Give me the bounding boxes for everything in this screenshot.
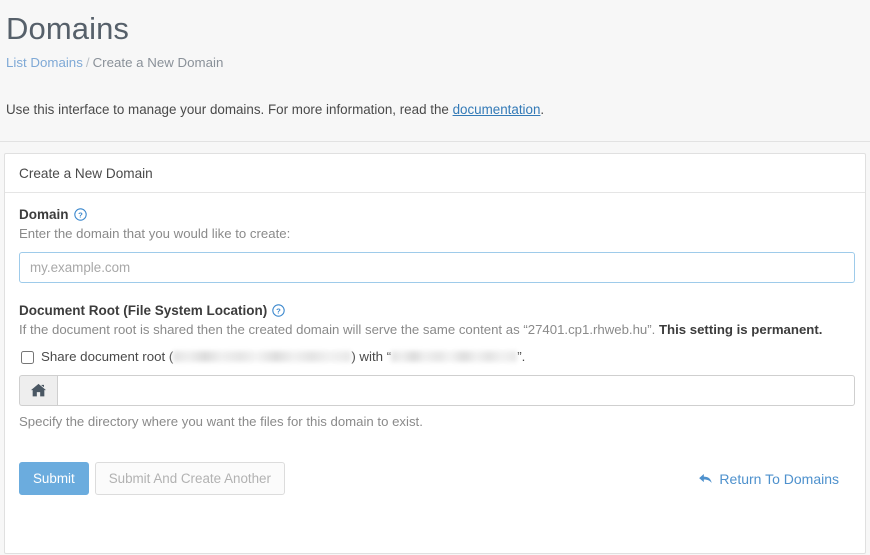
domain-label: Domain — [19, 207, 69, 222]
domain-input[interactable] — [19, 252, 855, 283]
share-text-before: Share document root ( — [41, 349, 174, 364]
breadcrumb-current: Create a New Domain — [92, 55, 224, 70]
question-circle-icon[interactable]: ? — [73, 208, 87, 221]
breadcrumb-link-list-domains[interactable]: List Domains — [6, 55, 83, 70]
create-domain-card: Create a New Domain Domain ? Enter the d… — [4, 153, 866, 554]
intro-text-before: Use this interface to manage your domain… — [6, 102, 453, 117]
share-text-after: ”. — [517, 349, 526, 364]
reply-arrow-icon — [698, 472, 713, 486]
share-text-middle: ) with “ — [351, 349, 392, 364]
redacted-domain-name — [391, 350, 518, 362]
form-actions: Submit Submit And Create Another Return … — [19, 462, 851, 495]
breadcrumb: List Domains / Create a New Domain — [6, 54, 870, 72]
domain-label-row: Domain ? — [19, 207, 851, 222]
docroot-hint: Specify the directory where you want the… — [19, 414, 423, 429]
card-title: Create a New Domain — [5, 154, 865, 193]
question-circle-icon[interactable]: ? — [272, 304, 285, 317]
document-root-input-group — [19, 375, 855, 406]
card-body: Domain ? Enter the domain that you would… — [5, 193, 865, 495]
domain-hint: Enter the domain that you would like to … — [19, 226, 291, 241]
svg-text:?: ? — [78, 210, 83, 219]
page-title: Domains — [6, 11, 130, 46]
return-to-domains-label: Return To Domains — [719, 470, 839, 487]
docroot-label: Document Root (File System Location) — [19, 303, 268, 318]
intro-text-after: . — [540, 102, 545, 117]
submit-and-create-another-button[interactable]: Submit And Create Another — [94, 462, 285, 495]
document-root-input[interactable] — [57, 375, 855, 406]
page-intro: Use this interface to manage your domain… — [6, 100, 870, 141]
redacted-document-root-path — [173, 350, 352, 362]
page-header: Domains List Domains / Create a New Domain… — [0, 0, 870, 142]
return-to-domains-link[interactable]: Return To Domains — [698, 471, 839, 487]
submit-button[interactable]: Submit — [19, 462, 89, 495]
docroot-permanent-note: If the document root is shared then the … — [19, 321, 851, 339]
submit-button-group: Submit Submit And Create Another — [19, 462, 285, 495]
note-permanent-warning: This setting is permanent. — [658, 322, 823, 337]
note-text-middle: ”. — [647, 322, 659, 337]
home-icon[interactable] — [19, 375, 57, 406]
documentation-link[interactable]: documentation — [453, 102, 541, 117]
share-document-root-checkbox[interactable] — [21, 350, 34, 364]
note-text-before: If the document root is shared then the … — [19, 322, 528, 337]
svg-text:?: ? — [276, 306, 281, 315]
note-domain-value: 27401.cp1.rhweb.hu — [527, 322, 648, 337]
share-document-root-row[interactable]: Share document root ( ) with “ ”. — [21, 348, 851, 366]
docroot-label-row: Document Root (File System Location) ? — [19, 303, 851, 318]
breadcrumb-separator: / — [85, 55, 90, 70]
